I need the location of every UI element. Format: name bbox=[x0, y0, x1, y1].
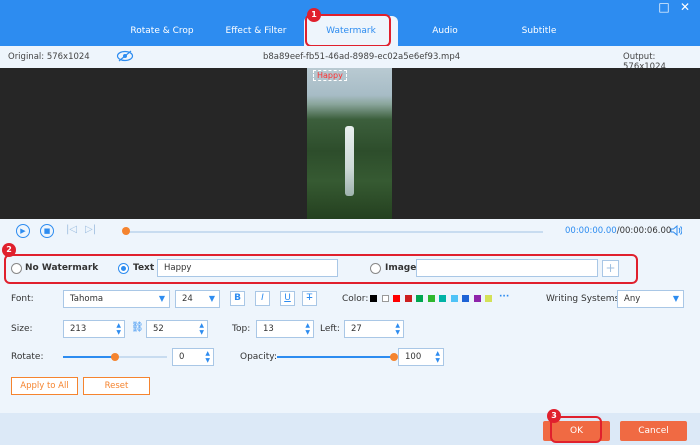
color-swatch[interactable] bbox=[462, 295, 469, 302]
watermark-text-input[interactable]: Happy bbox=[157, 259, 338, 277]
color-swatch[interactable] bbox=[450, 295, 458, 302]
underline-button[interactable]: U bbox=[280, 291, 295, 306]
video-preview: Happy bbox=[0, 68, 700, 219]
link-icon[interactable]: ⛓ bbox=[131, 322, 144, 333]
tab-effect-filter[interactable]: Effect & Filter bbox=[214, 16, 298, 46]
watermark-overlay[interactable]: Happy bbox=[313, 70, 347, 81]
left-stepper[interactable]: 27 ▲ ▼ bbox=[344, 320, 404, 338]
writing-systems-value: Any bbox=[624, 294, 641, 304]
rotate-slider-fill bbox=[63, 356, 115, 358]
top-stepper[interactable]: 13 ▲ ▼ bbox=[256, 320, 314, 338]
rotate-value: 0 bbox=[179, 352, 185, 362]
size-label: Size: bbox=[11, 324, 33, 334]
progress-track[interactable] bbox=[125, 231, 543, 233]
total-time: /00:00:06.00 bbox=[616, 226, 672, 236]
width-value: 213 bbox=[70, 324, 87, 334]
time-readout: 00:00:00.00/00:00:06.00 bbox=[565, 226, 671, 236]
image-label[interactable]: Image bbox=[385, 263, 416, 273]
opacity-slider-fill bbox=[277, 356, 394, 358]
left-label: Left: bbox=[320, 324, 340, 334]
tab-audio[interactable]: Audio bbox=[410, 16, 480, 46]
top-value: 13 bbox=[263, 324, 274, 334]
more-colors-icon[interactable]: ··· bbox=[499, 292, 509, 302]
opacity-value: 100 bbox=[405, 352, 422, 362]
chevron-down-icon: ▼ bbox=[158, 294, 165, 303]
image-path-input[interactable] bbox=[416, 259, 598, 277]
no-watermark-label[interactable]: No Watermark bbox=[25, 263, 98, 273]
color-swatch[interactable] bbox=[393, 295, 400, 302]
height-stepper[interactable]: 52 ▲ ▼ bbox=[146, 320, 208, 338]
info-bar: Original: 576x1024 b8a89eef-fb51-46ad-89… bbox=[0, 46, 700, 72]
rotate-slider-thumb[interactable] bbox=[111, 353, 119, 361]
width-stepper[interactable]: 213 ▲ ▼ bbox=[63, 320, 125, 338]
opacity-slider[interactable] bbox=[277, 356, 394, 358]
playback-bar: ▶ ■ |◁ ▷| 00:00:00.00/00:00:06.00 bbox=[0, 219, 700, 244]
color-swatch[interactable] bbox=[485, 295, 492, 302]
next-frame-icon[interactable]: ▷| bbox=[85, 224, 96, 235]
strikethrough-button[interactable]: T bbox=[302, 291, 317, 306]
text-radio[interactable] bbox=[118, 263, 129, 274]
progress-thumb[interactable] bbox=[122, 227, 130, 235]
color-label: Color: bbox=[342, 294, 369, 304]
stepper-arrows-icon[interactable]: ▲ ▼ bbox=[305, 322, 310, 336]
opacity-label: Opacity: bbox=[240, 352, 277, 362]
volume-icon[interactable] bbox=[670, 224, 683, 239]
step-badge-1: 1 bbox=[307, 8, 321, 22]
apply-to-all-button[interactable]: Apply to All bbox=[11, 377, 78, 395]
previous-frame-icon[interactable]: |◁ bbox=[66, 224, 77, 235]
tab-rotate-crop[interactable]: Rotate & Crop bbox=[118, 16, 206, 46]
add-image-button[interactable]: + bbox=[602, 260, 619, 277]
opacity-slider-thumb[interactable] bbox=[390, 353, 398, 361]
close-button[interactable]: ✕ bbox=[678, 1, 692, 15]
step-badge-2: 2 bbox=[2, 243, 16, 257]
file-name: b8a89eef-fb51-46ad-8989-ec02a5e6ef93.mp4 bbox=[263, 52, 461, 62]
font-select[interactable]: Tahoma ▼ bbox=[63, 290, 170, 308]
top-label: Top: bbox=[232, 324, 251, 334]
font-size-value: 24 bbox=[182, 294, 193, 304]
rotate-label: Rotate: bbox=[11, 352, 44, 362]
no-watermark-radio[interactable] bbox=[11, 263, 22, 274]
eye-off-icon[interactable] bbox=[116, 50, 134, 65]
left-value: 27 bbox=[351, 324, 362, 334]
font-value: Tahoma bbox=[70, 294, 104, 304]
font-label: Font: bbox=[11, 294, 34, 304]
writing-systems-label: Writing Systems: bbox=[546, 294, 623, 304]
play-icon[interactable]: ▶ bbox=[16, 224, 30, 238]
color-swatch[interactable] bbox=[473, 295, 481, 302]
color-swatch[interactable] bbox=[404, 295, 412, 302]
color-swatch[interactable] bbox=[427, 295, 435, 302]
stepper-arrows-icon[interactable]: ▲ ▼ bbox=[116, 322, 121, 336]
reset-button[interactable]: Reset bbox=[83, 377, 150, 395]
writing-systems-select[interactable]: Any ▼ bbox=[617, 290, 684, 308]
italic-button[interactable]: I bbox=[255, 291, 270, 306]
maximize-button[interactable]: □ bbox=[657, 1, 671, 15]
rotate-stepper[interactable]: 0 ▲ ▼ bbox=[172, 348, 214, 366]
image-radio[interactable] bbox=[370, 263, 381, 274]
color-swatch[interactable] bbox=[370, 295, 377, 302]
step-badge-3: 3 bbox=[547, 409, 561, 423]
height-value: 52 bbox=[153, 324, 164, 334]
current-time: 00:00:00.00 bbox=[565, 226, 617, 236]
original-resolution: Original: 576x1024 bbox=[8, 52, 90, 62]
chevron-down-icon: ▼ bbox=[208, 294, 215, 303]
chevron-down-icon: ▼ bbox=[672, 294, 679, 303]
stepper-arrows-icon[interactable]: ▲ ▼ bbox=[205, 350, 210, 364]
color-swatch[interactable] bbox=[416, 295, 423, 302]
color-swatch[interactable] bbox=[439, 295, 446, 302]
waterfall-image bbox=[345, 126, 354, 196]
bold-button[interactable]: B bbox=[230, 291, 245, 306]
stepper-arrows-icon[interactable]: ▲ ▼ bbox=[199, 322, 204, 336]
stepper-arrows-icon[interactable]: ▲ ▼ bbox=[395, 322, 400, 336]
text-label[interactable]: Text bbox=[133, 263, 154, 273]
color-swatch[interactable] bbox=[381, 295, 389, 302]
video-frame[interactable]: Happy bbox=[307, 68, 392, 219]
opacity-stepper[interactable]: 100 ▲ ▼ bbox=[398, 348, 444, 366]
stop-icon[interactable]: ■ bbox=[40, 224, 54, 238]
tab-subtitle[interactable]: Subtitle bbox=[500, 16, 578, 46]
stepper-arrows-icon[interactable]: ▲ ▼ bbox=[435, 350, 440, 364]
font-size-select[interactable]: 24 ▼ bbox=[175, 290, 220, 308]
cancel-button[interactable]: Cancel bbox=[620, 421, 687, 441]
